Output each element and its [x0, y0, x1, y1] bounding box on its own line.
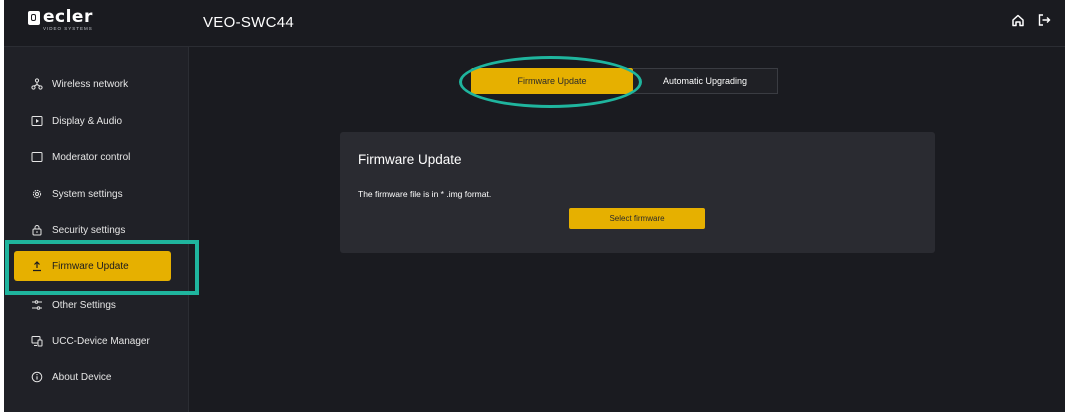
info-icon [31, 371, 43, 383]
logo-mark-icon [28, 11, 40, 25]
sidebar-item-other-settings[interactable]: Other Settings [14, 290, 171, 320]
select-firmware-button[interactable]: Select firmware [569, 208, 705, 229]
upload-icon [31, 260, 43, 272]
sidebar-item-label: About Device [52, 371, 112, 383]
brand-name: ecler [43, 7, 93, 27]
firmware-update-panel: Firmware Update The firmware file is in … [340, 132, 935, 253]
sidebar-item-label: System settings [52, 188, 123, 200]
sidebar-item-about-device[interactable]: About Device [14, 362, 171, 392]
firmware-format-note: The firmware file is in * .img format. [358, 189, 492, 199]
brand-logo: ecler VIDEO SYSTEMS [28, 9, 93, 31]
sidebar-item-firmware-update[interactable]: Firmware Update [14, 251, 171, 281]
sidebar-item-wireless-network[interactable]: Wireless network [14, 69, 171, 99]
sidebar-item-moderator-control[interactable]: Moderator control [14, 142, 171, 172]
square-icon [31, 151, 43, 163]
play-screen-icon [31, 115, 43, 127]
top-bar: ecler VIDEO SYSTEMS VEO-SWC44 [4, 0, 1065, 47]
tab-firmware-update[interactable]: Firmware Update [471, 68, 633, 94]
tab-bar: Firmware Update Automatic Upgrading [471, 68, 778, 94]
sidebar-item-label: Display & Audio [52, 115, 123, 127]
sidebar-item-label: Other Settings [52, 299, 116, 311]
sliders-icon [31, 299, 43, 311]
sidebar-item-label: Firmware Update [52, 260, 129, 272]
sidebar-item-display-audio[interactable]: Display & Audio [14, 106, 171, 136]
device-icon [31, 335, 43, 347]
app-window: ecler VIDEO SYSTEMS VEO-SWC44 Wireless n… [4, 0, 1065, 412]
sidebar: Wireless network Display & Audio Moderat… [4, 47, 189, 412]
logout-icon[interactable] [1037, 13, 1051, 27]
device-title: VEO-SWC44 [203, 14, 295, 31]
network-icon [31, 78, 43, 90]
sidebar-item-label: UCC-Device Manager [52, 335, 150, 347]
sidebar-item-security-settings[interactable]: Security settings [14, 215, 171, 245]
sidebar-item-label: Security settings [52, 224, 126, 236]
sidebar-item-label: Moderator control [52, 151, 131, 163]
sidebar-item-ucc-device-manager[interactable]: UCC-Device Manager [14, 326, 171, 356]
sidebar-item-system-settings[interactable]: System settings [14, 179, 171, 209]
tab-automatic-upgrading[interactable]: Automatic Upgrading [633, 68, 778, 94]
panel-title: Firmware Update [358, 152, 462, 167]
lock-icon [31, 224, 43, 236]
home-icon[interactable] [1011, 13, 1025, 27]
gear-icon [31, 188, 43, 200]
sidebar-item-label: Wireless network [52, 78, 129, 90]
brand-tagline: VIDEO SYSTEMS [43, 26, 93, 31]
